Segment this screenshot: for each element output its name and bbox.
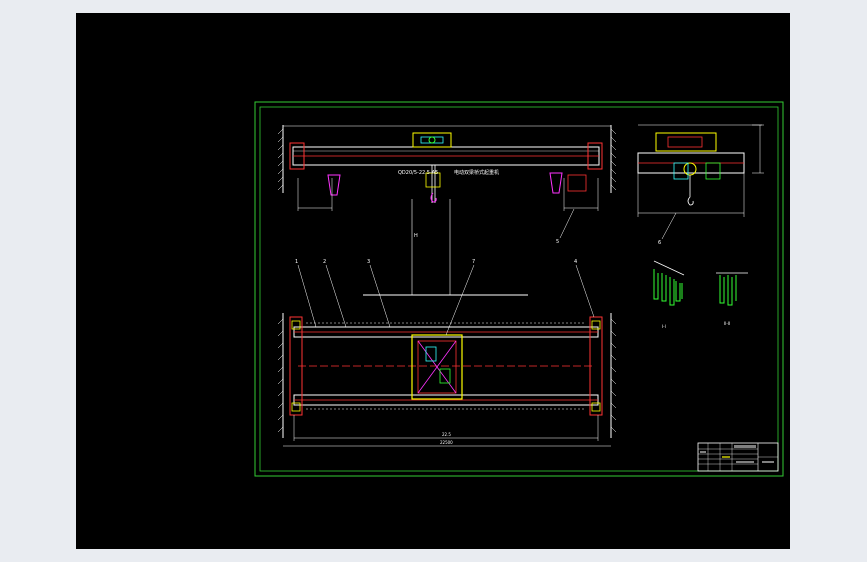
span-dimension: 22500: [440, 440, 453, 445]
plan-view: 1 2 3 7 4 22.5 22500: [277, 259, 617, 447]
sheet-outer-frame: [254, 101, 784, 477]
main-title: 电动双梁桥式起重机: [454, 169, 499, 176]
callout-6-side: 6: [658, 240, 661, 246]
callout-5-elevation: 5: [556, 239, 559, 245]
height-dimension: H: [414, 233, 418, 239]
crane-assembly-drawing: QD20/5-22.5-A5 电动双梁桥式起重机 H 5 6 I-I II-II…: [254, 101, 784, 477]
detail-label-2: II-II: [724, 321, 730, 326]
title-block: [697, 442, 779, 472]
detail-label-1: I-I: [662, 324, 666, 329]
callout-1: 1: [295, 259, 298, 265]
side-view: 6: [637, 124, 764, 246]
elevation-view: QD20/5-22.5-A5 电动双梁桥式起重机 H 5: [277, 125, 617, 296]
model-label: QD20/5-22.5-A5: [398, 170, 438, 176]
detail-views: I-I II-II: [653, 260, 748, 329]
callout-4: 4: [574, 259, 577, 265]
sheet-inner-frame: [259, 106, 779, 472]
callout-3: 3: [367, 259, 370, 265]
wheelbase-dimension: 22.5: [442, 432, 451, 437]
cad-viewport[interactable]: QD20/5-22.5-A5 电动双梁桥式起重机 H 5 6 I-I II-II…: [76, 13, 790, 549]
callout-2: 2: [323, 259, 326, 265]
callout-7: 7: [472, 259, 475, 265]
